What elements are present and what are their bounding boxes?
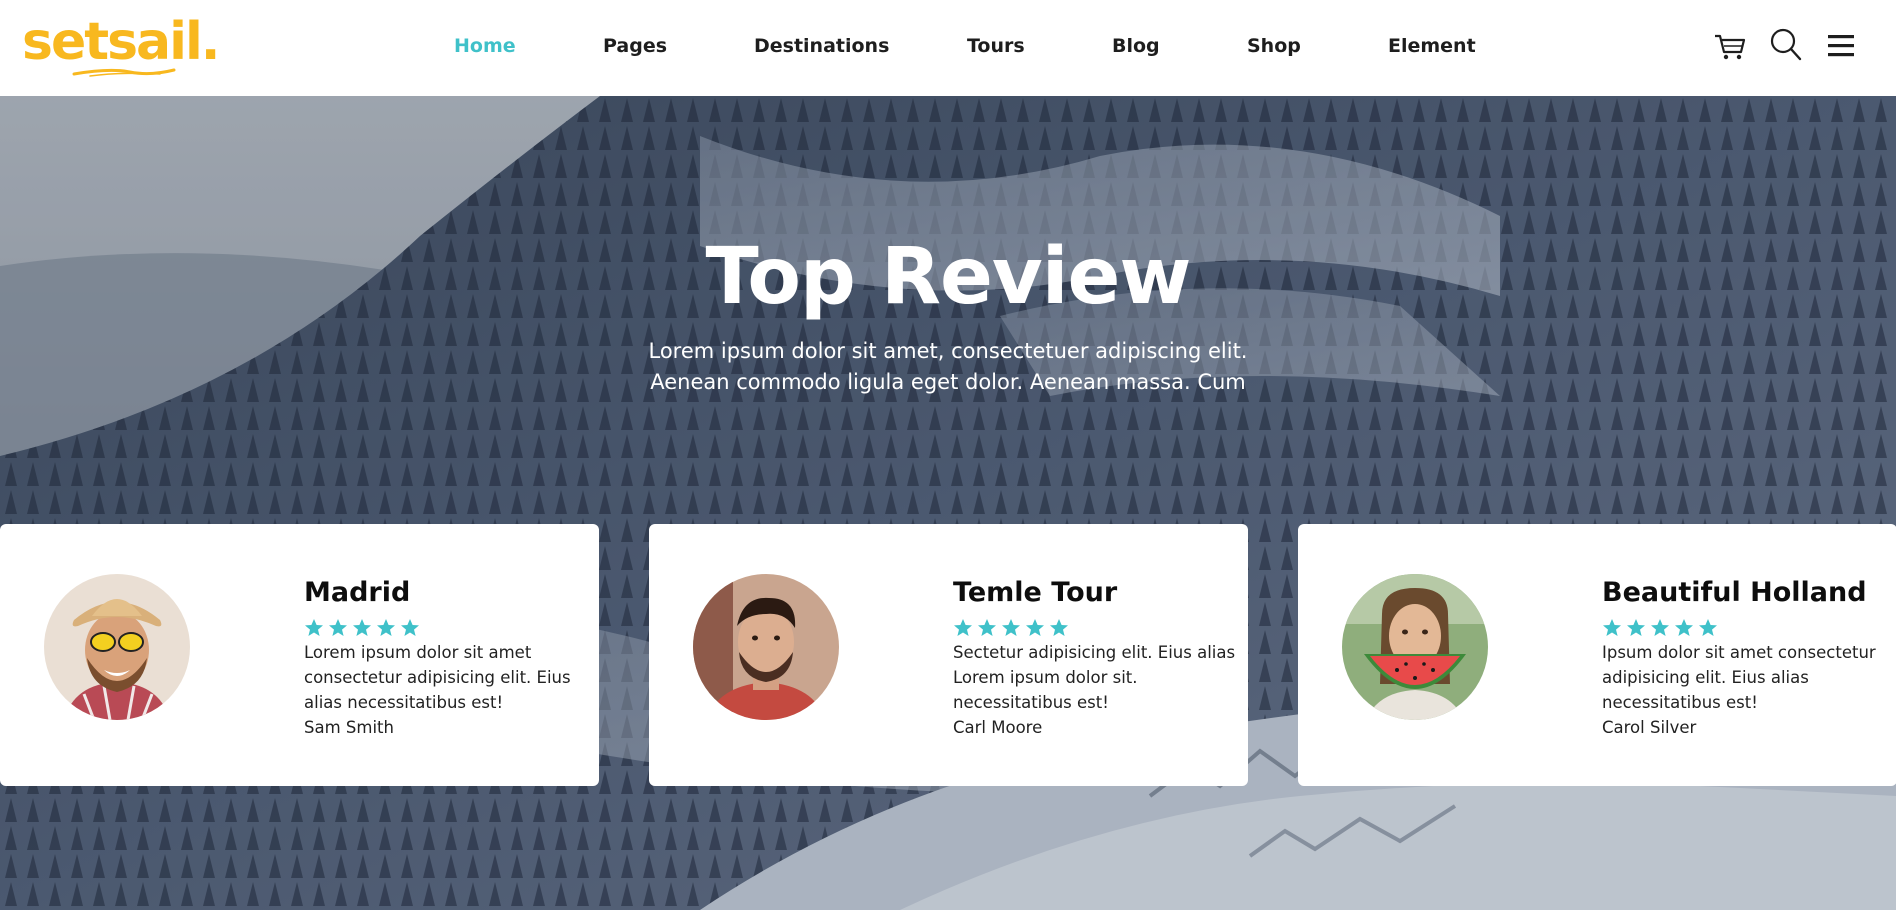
avatar [693, 574, 839, 720]
star-icon [1675, 619, 1693, 636]
review-text: Ipsum dolor sit amet consectetur adipisi… [1602, 643, 1876, 712]
star-rating [953, 618, 1243, 638]
star-icon [1651, 619, 1669, 636]
review-card[interactable]: Beautiful Holland Ipsum dolor sit amet c… [1298, 524, 1896, 786]
review-content: Madrid Lorem ipsum dolor sit amet consec… [304, 576, 594, 740]
search-icon[interactable] [1766, 26, 1806, 66]
star-icon [1699, 619, 1717, 636]
star-icon [329, 619, 347, 636]
star-icon [978, 619, 996, 636]
star-icon [1026, 619, 1044, 636]
review-title: Madrid [304, 577, 411, 608]
hero-section: Top Review Lorem ipsum dolor sit amet, c… [0, 96, 1896, 910]
star-icon [353, 619, 371, 636]
review-author: Carol Silver [1602, 718, 1697, 737]
hero-subtitle: Lorem ipsum dolor sit amet, consectetuer… [0, 336, 1896, 398]
review-title: Temle Tour [953, 577, 1118, 608]
star-icon [305, 619, 323, 636]
star-rating [1602, 618, 1892, 638]
page-bottom-divider [0, 910, 1896, 917]
nav-home[interactable]: Home [454, 34, 516, 58]
page-title: Top Review [705, 232, 1192, 322]
nav-shop[interactable]: Shop [1247, 34, 1301, 58]
hero-subtitle-line-2: Aenean commodo ligula eget dolor. Aenean… [650, 370, 1246, 394]
review-content: Temle Tour Sectetur adipisicing elit. Ei… [953, 576, 1243, 740]
star-icon [401, 619, 419, 636]
star-icon [1050, 619, 1068, 636]
header-actions [1696, 26, 1896, 66]
star-icon [1603, 619, 1621, 636]
review-text: Sectetur adipisicing elit. Eius alias Lo… [953, 643, 1236, 712]
nav-blog[interactable]: Blog [1112, 34, 1160, 58]
review-content: Beautiful Holland Ipsum dolor sit amet c… [1602, 576, 1892, 740]
star-icon [1627, 619, 1645, 636]
nav-tours[interactable]: Tours [967, 34, 1025, 58]
hero-subtitle-line-1: Lorem ipsum dolor sit amet, consectetuer… [648, 339, 1248, 363]
review-card[interactable]: Temle Tour Sectetur adipisicing elit. Ei… [649, 524, 1248, 786]
star-icon [377, 619, 395, 636]
menu-icon[interactable] [1822, 26, 1862, 66]
site-header: setsail. Home Pages Destinations Tours B… [0, 0, 1896, 96]
cart-icon[interactable] [1710, 26, 1750, 66]
avatar [44, 574, 190, 720]
review-author: Carl Moore [953, 718, 1043, 737]
nav-element[interactable]: Element [1388, 34, 1476, 58]
star-rating [304, 618, 594, 638]
mountain-background-image [0, 96, 1896, 910]
star-icon [954, 619, 972, 636]
review-author: Sam Smith [304, 718, 394, 737]
review-card[interactable]: Madrid Lorem ipsum dolor sit amet consec… [0, 524, 599, 786]
nav-destinations[interactable]: Destinations [754, 34, 889, 58]
review-title: Beautiful Holland [1602, 577, 1867, 608]
main-nav: Home Pages Destinations Tours Blog Shop … [0, 0, 1896, 96]
avatar [1342, 574, 1488, 720]
star-icon [1002, 619, 1020, 636]
review-text: Lorem ipsum dolor sit amet consectetur a… [304, 643, 571, 712]
nav-pages[interactable]: Pages [603, 34, 667, 58]
